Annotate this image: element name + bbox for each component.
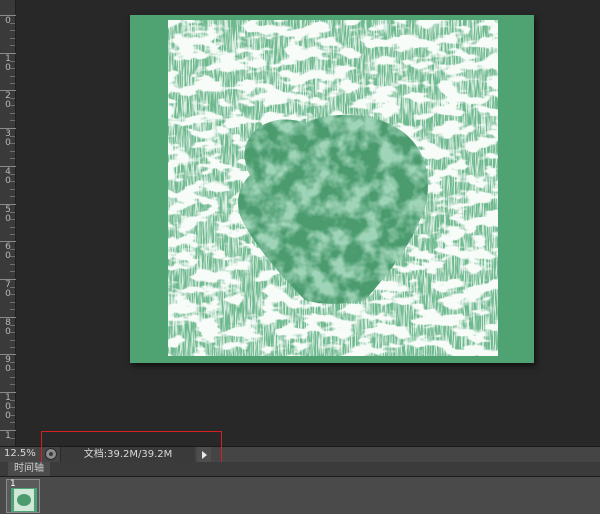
ruler-minor-tick [10, 136, 15, 137]
animation-frame[interactable]: 1 [6, 479, 40, 513]
ruler-minor-tick [10, 332, 15, 333]
timeline-panel: 1 [0, 477, 600, 514]
canvas-area[interactable] [16, 0, 600, 446]
ruler-minor-tick [10, 83, 15, 84]
ruler-minor-tick [10, 256, 15, 257]
ruler-minor-tick [10, 347, 15, 348]
ruler-minor-tick [10, 189, 15, 190]
ruler-minor-tick [10, 234, 15, 235]
ruler-minor-tick [10, 23, 15, 24]
vertical-ruler[interactable]: 01 02 03 04 05 06 07 08 09 01 0 01 [0, 0, 16, 446]
ruler-minor-tick [10, 30, 15, 31]
ruler-minor-tick [10, 249, 15, 250]
ruler-minor-tick [10, 38, 15, 39]
ruler-minor-tick [10, 340, 15, 341]
ruler-minor-tick [10, 309, 15, 310]
document-image[interactable] [130, 15, 534, 363]
ruler-label: 4 0 [5, 167, 11, 186]
document-artwork [130, 15, 534, 363]
tab-timeline[interactable]: 时间轴 [8, 462, 50, 476]
ruler-minor-tick [10, 384, 15, 385]
ruler-label: 8 0 [5, 318, 11, 337]
ruler-minor-tick [10, 415, 15, 416]
ruler-minor-tick [10, 422, 15, 423]
ruler-minor-tick [10, 325, 15, 326]
ruler-label: 7 0 [5, 280, 11, 299]
ruler-minor-tick [10, 400, 15, 401]
ruler-minor-tick [10, 196, 15, 197]
ruler-minor-tick [10, 68, 15, 69]
document-size-info: 文档:39.2M/39.2M [60, 447, 195, 462]
ruler-label: 1 0 [5, 54, 11, 73]
ruler-minor-tick [10, 302, 15, 303]
ruler-minor-tick [10, 45, 15, 46]
ruler-minor-tick [10, 98, 15, 99]
ruler-minor-tick [10, 264, 15, 265]
ruler-minor-tick [10, 61, 15, 62]
ruler-minor-tick [10, 174, 15, 175]
ruler-minor-tick [10, 377, 15, 378]
ruler-minor-tick [10, 151, 15, 152]
ruler-label: 5 0 [5, 205, 11, 224]
ruler-minor-tick [10, 212, 15, 213]
ruler-label: 6 0 [5, 242, 11, 261]
ruler-minor-tick [10, 407, 15, 408]
ruler-minor-tick [10, 219, 15, 220]
ruler-minor-tick [10, 143, 15, 144]
ruler-label: 0 [5, 16, 11, 26]
ruler-minor-tick [10, 362, 15, 363]
ruler-label: 1 [5, 431, 11, 441]
frame-thumbnail [11, 488, 37, 512]
ruler-minor-tick [10, 287, 15, 288]
ruler-minor-tick [10, 113, 15, 114]
ruler-minor-tick [10, 271, 15, 272]
ruler-minor-tick [10, 76, 15, 77]
timeline-tabbar: 时间轴 [0, 462, 600, 477]
ruler-minor-tick [10, 227, 15, 228]
ruler-minor-tick [10, 181, 15, 182]
ruler-minor-tick [10, 438, 15, 439]
status-bar: 12.5% 文档:39.2M/39.2M [0, 446, 600, 462]
ruler-minor-tick [10, 105, 15, 106]
ruler-minor-tick [10, 369, 15, 370]
zoom-level[interactable]: 12.5% [4, 448, 36, 459]
proof-setup-icon[interactable] [45, 448, 57, 460]
ruler-minor-tick [10, 120, 15, 121]
ruler-label: 3 0 [5, 129, 11, 148]
status-menu-arrow-icon[interactable] [197, 447, 211, 462]
ruler-minor-tick [10, 294, 15, 295]
ruler-label: 2 0 [5, 91, 11, 110]
ruler-minor-tick [10, 158, 15, 159]
ruler-label: 9 0 [5, 355, 11, 374]
